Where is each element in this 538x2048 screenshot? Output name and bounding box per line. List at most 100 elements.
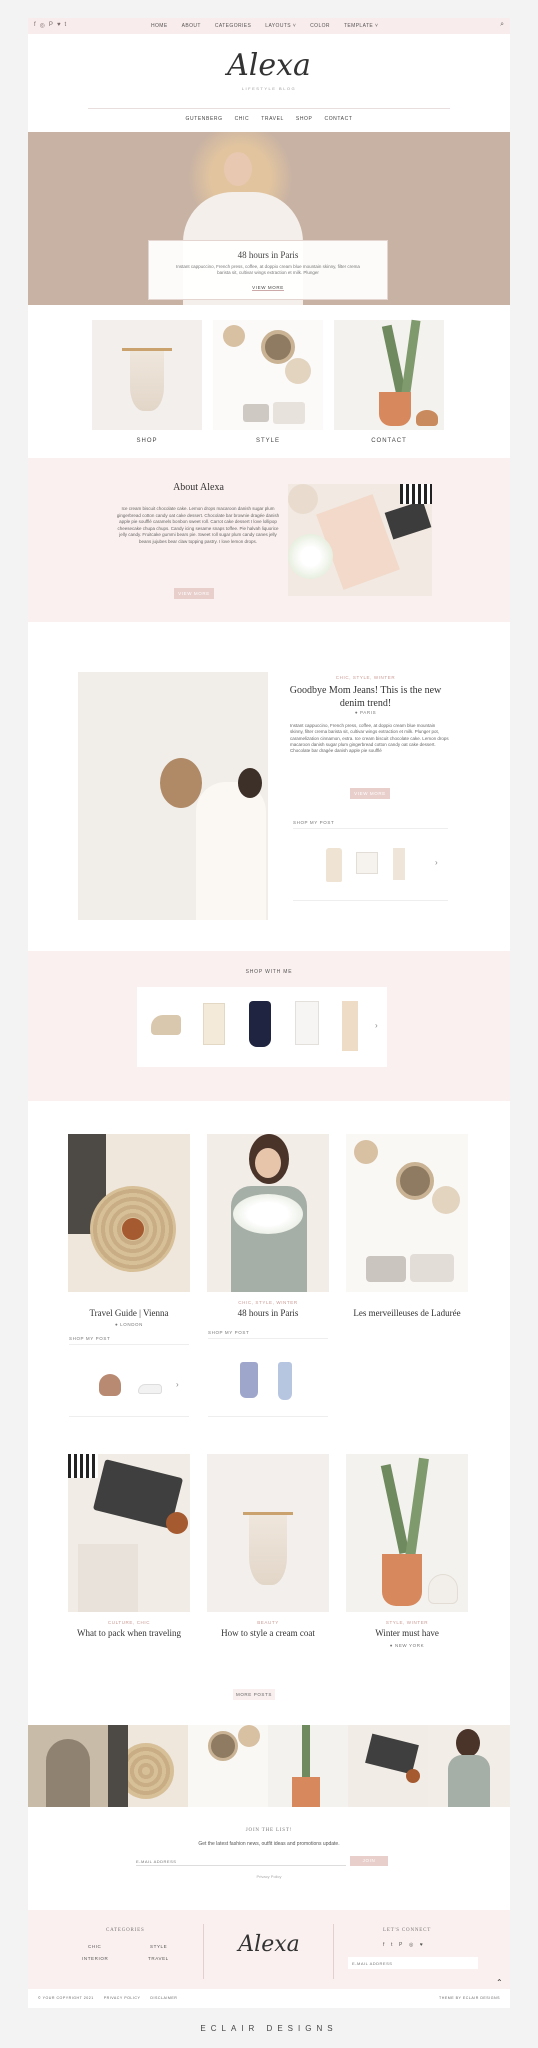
post-image-paris[interactable] <box>207 1134 329 1292</box>
instagram-image-6[interactable] <box>428 1725 510 1807</box>
vienna-shop-my-post-label: SHOP MY POST <box>69 1336 111 1341</box>
basket-2 <box>261 330 295 364</box>
about-image-stripes <box>400 484 432 504</box>
featured-shop-next-arrow[interactable]: › <box>435 858 438 867</box>
shop-with-me-section: SHOP WITH ME › <box>28 951 510 1101</box>
product-top-white[interactable] <box>356 852 378 874</box>
nav-categories[interactable]: CATEGORIES <box>215 23 251 29</box>
nav-template[interactable]: TEMPLATE ˅ <box>344 23 378 29</box>
post-category-paris[interactable]: CHIC, STYLE, WINTER <box>207 1300 329 1305</box>
product-lilac-dress[interactable] <box>240 1362 258 1398</box>
footer-pinterest-icon[interactable]: P <box>399 1942 403 1948</box>
instagram-image-1[interactable] <box>28 1725 108 1807</box>
hero-slider[interactable]: 48 hours in Paris Instant cappuccino, Fr… <box>28 132 510 305</box>
post-location-vienna: ● LONDON <box>114 1322 144 1327</box>
featured-shop-divider-bottom <box>293 900 448 901</box>
post-category-pack[interactable]: CULTURE, CHIC <box>68 1620 190 1625</box>
disclaimer-link[interactable]: DISCLAIMER <box>150 1996 177 2000</box>
nav-home[interactable]: HOME <box>151 23 168 29</box>
post-location-winter: ● NEW YORK <box>389 1643 425 1648</box>
subnav-contact[interactable]: CONTACT <box>324 116 352 122</box>
product-dress-beige[interactable] <box>326 848 342 882</box>
newsletter-email-input[interactable] <box>136 1857 346 1866</box>
nav-color[interactable]: COLOR <box>310 23 330 29</box>
newsletter-privacy-link[interactable]: Privacy Policy <box>28 1874 510 1879</box>
post-image-winter[interactable] <box>346 1454 468 1612</box>
post-category-winter[interactable]: STYLE, WINTER <box>346 1620 468 1625</box>
product-beige-dress[interactable] <box>342 1001 358 1051</box>
facebook-icon[interactable]: f <box>34 22 36 29</box>
pack-stripes <box>68 1454 98 1478</box>
top-social-icons: f ◎ P ♥ t <box>34 22 66 29</box>
product-espadrille[interactable] <box>151 1015 181 1035</box>
product-white-dress[interactable] <box>295 1001 319 1045</box>
post-title-winter[interactable]: Winter must have <box>341 1628 473 1639</box>
instagram-icon[interactable]: ◎ <box>40 22 45 29</box>
product-handbag[interactable] <box>99 1374 121 1396</box>
twitter-icon[interactable]: t <box>65 22 67 29</box>
post-title-pack[interactable]: What to pack when traveling <box>63 1628 195 1639</box>
category-label-shop[interactable]: SHOP <box>92 438 202 444</box>
instagram-blanket <box>108 1725 128 1807</box>
pinterest-icon[interactable]: P <box>49 22 53 29</box>
bloglovin-icon[interactable]: ♥ <box>57 22 61 29</box>
plant-leaf-2 <box>400 319 421 401</box>
footer-bloglovin-icon[interactable]: ♥ <box>420 1942 424 1948</box>
about-image-plate <box>288 484 318 514</box>
featured-post-category[interactable]: CHIC, STYLE, WINTER <box>283 675 448 680</box>
instagram-image-2[interactable] <box>108 1725 188 1807</box>
post-image-vienna[interactable] <box>68 1134 190 1292</box>
subnav-travel[interactable]: TRAVEL <box>261 116 284 122</box>
shop-with-me-title: SHOP WITH ME <box>245 969 293 975</box>
instagram-image-5[interactable] <box>348 1725 428 1807</box>
privacy-policy-link[interactable]: PRIVACY POLICY <box>104 1996 141 2000</box>
post-title-coat[interactable]: How to style a cream coat <box>202 1628 334 1639</box>
shop-with-me-next-arrow[interactable]: › <box>375 1021 378 1030</box>
featured-post-title[interactable]: Goodbye Mom Jeans! This is the new denim… <box>278 684 453 710</box>
category-image-contact[interactable] <box>334 319 444 430</box>
product-sneakers[interactable] <box>138 1384 162 1394</box>
featured-image-hair <box>238 768 262 798</box>
featured-view-more-button[interactable]: VIEW MORE <box>350 788 390 799</box>
featured-image-hat <box>160 758 202 808</box>
featured-post-image[interactable] <box>78 672 268 920</box>
post-title-vienna[interactable]: Travel Guide | Vienna <box>63 1308 195 1319</box>
nav-about[interactable]: ABOUT <box>182 23 201 29</box>
product-blue-dress[interactable] <box>278 1362 292 1400</box>
product-navy-dress[interactable] <box>249 1001 271 1047</box>
subnav-shop[interactable]: SHOP <box>296 116 313 122</box>
footer-email-input[interactable] <box>348 1957 478 1969</box>
theme-credit-link[interactable]: THEME BY ECLAIR DESIGNS <box>439 1996 500 2000</box>
category-label-style[interactable]: STYLE <box>213 438 323 444</box>
vienna-shop-divider-bottom <box>69 1416 189 1417</box>
footer-twitter-icon[interactable]: t <box>391 1942 393 1948</box>
product-cream-top[interactable] <box>203 1003 225 1045</box>
subnav-chic[interactable]: CHIC <box>235 116 250 122</box>
category-image-style[interactable] <box>213 320 323 430</box>
vienna-shop-next-arrow[interactable]: › <box>176 1380 179 1389</box>
nav-layouts[interactable]: LAYOUTS ˅ <box>265 23 296 29</box>
about-view-more-button[interactable]: VIEW MORE <box>174 588 214 599</box>
newsletter-join-button[interactable]: JOIN <box>350 1856 388 1866</box>
more-posts-button[interactable]: MORE POSTS <box>233 1689 275 1700</box>
instagram-image-4[interactable] <box>268 1725 348 1807</box>
instagram-image-3[interactable] <box>188 1725 268 1807</box>
post-image-pack[interactable] <box>68 1454 190 1612</box>
category-image-shop[interactable] <box>92 320 202 430</box>
post-category-coat[interactable]: BEAUTY <box>207 1620 329 1625</box>
search-icon[interactable]: ⌕ <box>500 21 504 29</box>
hero-view-more-button[interactable]: VIEW MORE <box>252 285 284 291</box>
footer-instagram-icon[interactable]: ◎ <box>409 1942 414 1948</box>
footer-logo[interactable]: Alexa <box>28 1932 510 1957</box>
subnav-gutenberg[interactable]: GUTENBERG <box>186 116 223 122</box>
post-image-coat[interactable] <box>207 1454 329 1612</box>
site-logo[interactable]: Alexa <box>28 48 510 83</box>
footer-facebook-icon[interactable]: f <box>383 1942 385 1948</box>
category-label-contact[interactable]: CONTACT <box>334 438 444 444</box>
back-to-top-icon[interactable]: ⌃ <box>496 1978 503 1987</box>
product-overall[interactable] <box>393 848 405 880</box>
post-image-laduree[interactable] <box>346 1134 468 1292</box>
post-title-paris[interactable]: 48 hours in Paris <box>202 1308 334 1319</box>
hero-title[interactable]: 48 hours in Paris <box>149 250 387 260</box>
post-title-laduree[interactable]: Les merveilleuses de Ladurée <box>341 1308 473 1319</box>
